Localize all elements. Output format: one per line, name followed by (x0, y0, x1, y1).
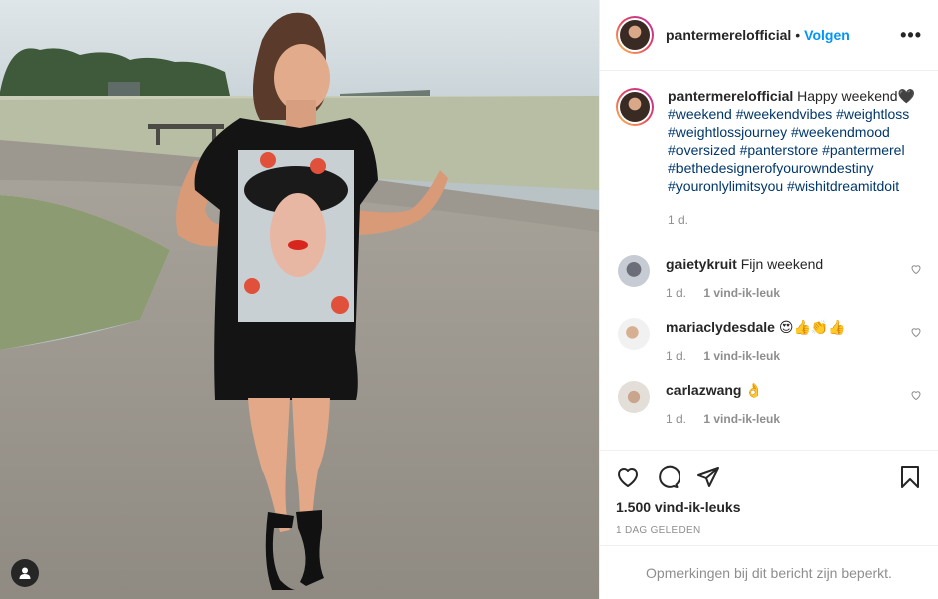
caption-avatar[interactable] (616, 88, 654, 126)
post-header: pantermerelofficial • Volgen ••• (600, 0, 938, 71)
like-comment-heart-icon[interactable] (910, 389, 922, 401)
comment-username[interactable]: carlazwang (666, 382, 741, 398)
person-icon (19, 567, 31, 579)
instagram-post: pantermerelofficial • Volgen ••• panterm… (0, 0, 938, 599)
photo-scene (0, 0, 599, 599)
post-sidebar: pantermerelofficial • Volgen ••• panterm… (599, 0, 938, 599)
post-date[interactable]: 1 DAG GELEDEN (616, 525, 922, 536)
author-avatar[interactable] (616, 16, 654, 54)
comment-item: gaietykruit Fijn weekend 1 d. 1 vind-ik-… (616, 255, 922, 300)
commenter-avatar[interactable] (618, 381, 650, 413)
action-bar (616, 451, 922, 499)
caption-hashtags[interactable]: #weekend #weekendvibes #weightloss #weig… (668, 106, 909, 194)
user-tag-icon[interactable] (11, 559, 39, 587)
comment-likes[interactable]: 1 vind-ik-leuk (703, 412, 780, 426)
caption-body: pantermerelofficial Happy weekend🖤 #week… (668, 87, 922, 229)
like-comment-heart-icon[interactable] (910, 326, 922, 338)
comment-username[interactable]: mariaclydesdale (666, 319, 775, 335)
like-comment-heart-icon[interactable] (910, 263, 922, 275)
follow-button[interactable]: Volgen (804, 27, 850, 43)
comment-text: 👌 (745, 382, 763, 398)
comment-time[interactable]: 1 d. (666, 286, 686, 300)
commenter-avatar[interactable] (618, 318, 650, 350)
comments-restricted-notice: Opmerkingen bij dit bericht zijn beperkt… (600, 545, 938, 599)
bookmark-icon[interactable] (898, 465, 922, 489)
comment-username[interactable]: gaietykruit (666, 256, 737, 272)
comment-item: mariaclydesdale 😍👍👏👍 1 d. 1 vind-ik-leuk (616, 318, 922, 363)
caption-text: Happy weekend🖤 (797, 88, 915, 104)
comment-likes[interactable]: 1 vind-ik-leuk (703, 349, 780, 363)
likes-count[interactable]: 1.500 vind-ik-leuks (616, 499, 922, 515)
comment-item: carlazwang 👌 1 d. 1 vind-ik-leuk (616, 381, 922, 426)
commenter-avatar[interactable] (618, 255, 650, 287)
comments-list[interactable]: pantermerelofficial Happy weekend🖤 #week… (600, 71, 938, 450)
heart-icon[interactable] (616, 465, 640, 489)
comment-icon[interactable] (656, 465, 680, 489)
caption-username[interactable]: pantermerelofficial (668, 88, 793, 104)
comment-text: 😍👍👏👍 (778, 319, 846, 335)
header-separator: • (795, 27, 801, 43)
caption-time[interactable]: 1 d. (668, 213, 688, 227)
more-options-icon[interactable]: ••• (900, 26, 922, 44)
author-username[interactable]: pantermerelofficial (666, 27, 791, 43)
comment-time[interactable]: 1 d. (666, 412, 686, 426)
comment-likes[interactable]: 1 vind-ik-leuk (703, 286, 780, 300)
comment-text: Fijn weekend (740, 256, 824, 272)
caption: pantermerelofficial Happy weekend🖤 #week… (616, 87, 922, 229)
comment-time[interactable]: 1 d. (666, 349, 686, 363)
post-actions: 1.500 vind-ik-leuks 1 DAG GELEDEN (600, 450, 938, 545)
share-icon[interactable] (696, 465, 720, 489)
post-photo[interactable] (0, 0, 599, 599)
